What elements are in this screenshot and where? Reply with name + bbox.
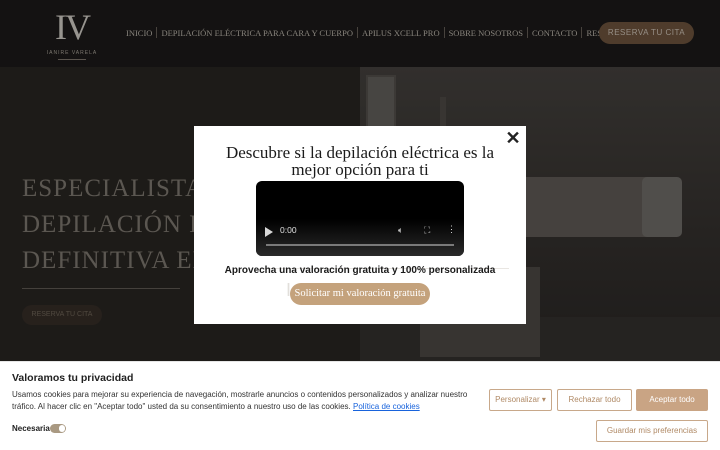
- more-options-icon[interactable]: ⋮: [447, 224, 456, 235]
- necessary-label: Necesaria: [12, 424, 50, 433]
- cookie-title: Valoramos tu privacidad: [12, 372, 134, 384]
- save-preferences-button[interactable]: Guardar mis preferencias: [596, 420, 708, 442]
- close-icon[interactable]: ✕: [500, 126, 526, 150]
- video-player[interactable]: 0:00 🔈︎ ⛶ ⋮: [256, 181, 464, 256]
- modal-title: Descubre si la depilación eléctrica es l…: [194, 144, 526, 178]
- modal-subtitle: Aprovecha una valoración gratuita y 100%…: [224, 265, 496, 276]
- necessary-toggle[interactable]: [50, 424, 66, 433]
- modal-title-line: Descubre si la depilación eléctrica es l…: [225, 143, 495, 162]
- video-time: 0:00: [280, 225, 297, 235]
- toggle-knob: [59, 425, 65, 432]
- fullscreen-icon[interactable]: ⛶: [424, 225, 430, 236]
- video-modal: Descubre si la depilación eléctrica es l…: [194, 126, 526, 324]
- personalize-button[interactable]: Personalizar ▾: [489, 389, 552, 411]
- cookie-description: Usamos cookies para mejorar su experienc…: [12, 389, 482, 413]
- personalize-label: Personalizar: [495, 395, 540, 404]
- modal-title-line: mejor opción para ti: [291, 160, 429, 179]
- request-valuation-button[interactable]: Solicitar mi valoración gratuita: [290, 283, 430, 305]
- play-icon[interactable]: [265, 227, 273, 237]
- chevron-down-icon: ▾: [541, 395, 546, 404]
- cookie-policy-link[interactable]: Política de cookies: [353, 402, 420, 411]
- volume-icon[interactable]: 🔈︎: [398, 225, 403, 236]
- reject-all-button[interactable]: Rechazar todo: [557, 389, 632, 411]
- accept-all-button[interactable]: Aceptar todo: [636, 389, 708, 411]
- cookie-banner: Valoramos tu privacidad Usamos cookies p…: [0, 361, 720, 450]
- video-progress-bar[interactable]: [266, 244, 454, 246]
